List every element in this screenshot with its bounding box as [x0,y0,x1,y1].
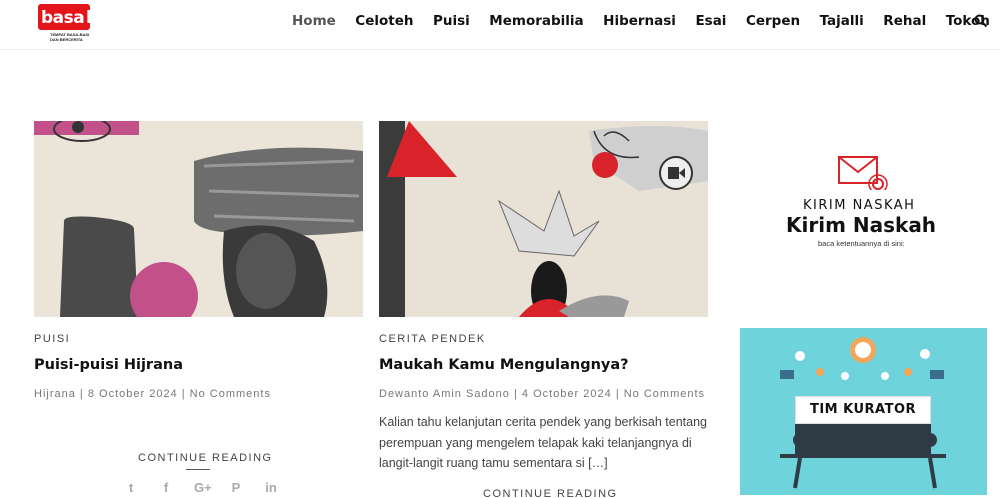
meta-separator: | [513,388,522,400]
meta-separator: | [79,388,88,400]
search-icon[interactable] [974,14,988,28]
nav-memorabilia[interactable]: Memorabilia [489,13,583,29]
nav-puisi[interactable]: Puisi [433,13,470,29]
nav-cerpen[interactable]: Cerpen [746,13,800,29]
post-author[interactable]: Hijrana [34,388,76,400]
collage-illustration-1 [34,121,363,317]
post-category[interactable]: CERITA PENDEK [379,333,486,345]
meta-separator: | [615,388,624,400]
twitter-icon[interactable]: t [124,480,138,495]
post-author[interactable]: Dewanto Amin Sadono [379,388,510,400]
collage-illustration-2 [379,121,708,317]
logo-suffix: .co [112,28,122,35]
continue-reading-link[interactable]: CONTINUE READING [483,488,618,498]
nav-rehal[interactable]: Rehal [883,13,926,29]
main-nav: Home Celoteh Puisi Memorabilia Hibernasi… [292,13,1000,29]
linkedin-icon[interactable]: in [264,480,278,495]
post-comments[interactable]: No Comments [190,388,271,400]
post-image-maukah[interactable] [379,121,708,317]
kirim-naskah-title[interactable]: Kirim Naskah [786,213,936,237]
kirim-naskah-heading[interactable]: KIRIM NASKAH [803,198,915,213]
nav-tajalli[interactable]: Tajalli [820,13,864,29]
meta-separator: | [181,388,190,400]
post-title[interactable]: Puisi-puisi Hijrana [34,357,183,373]
post-image-hijrana[interactable] [34,121,363,317]
nav-celoteh[interactable]: Celoteh [355,13,413,29]
mail-icon[interactable] [838,156,890,190]
google-plus-icon[interactable]: G+ [194,480,212,495]
continue-underline [186,469,210,470]
post-meta: Hijrana | 8 October 2024 | No Comments [34,388,271,400]
site-header: basa basi .co TEMPAT BASA-BASI DAN BERCE… [0,0,1000,50]
post-category[interactable]: PUISI [34,333,70,345]
facebook-icon[interactable]: f [159,480,173,495]
kirim-naskah-subtitle[interactable]: baca ketentuannya di sini: [818,239,905,248]
post-date: 8 October 2024 [87,388,178,400]
post-excerpt: Kalian tahu kelanjutan cerita pendek yan… [379,415,708,470]
nav-esai[interactable]: Esai [695,13,726,29]
continue-reading-link[interactable]: CONTINUE READING [138,452,273,464]
logo-text-1: basa [41,8,85,28]
tim-kurator-banner[interactable]: TIM KURATOR [740,328,987,495]
share-icons: t f G+ P in [124,480,278,495]
pinterest-icon[interactable]: P [229,480,243,495]
tim-kurator-title: TIM KURATOR [795,396,931,424]
site-logo[interactable]: basa basi .co TEMPAT BASA-BASI DAN BERCE… [38,4,128,42]
post-date: 4 October 2024 [521,388,612,400]
nav-hibernasi[interactable]: Hibernasi [603,13,676,29]
post-meta: Dewanto Amin Sadono | 4 October 2024 | N… [379,388,705,400]
logo-text-2: basi [86,8,124,28]
post-title[interactable]: Maukah Kamu Mengulangnya? [379,357,629,373]
post-comments[interactable]: No Comments [624,388,705,400]
nav-home[interactable]: Home [292,13,336,29]
logo-tagline: TEMPAT BASA-BASI DAN BERCERITA [50,32,90,42]
